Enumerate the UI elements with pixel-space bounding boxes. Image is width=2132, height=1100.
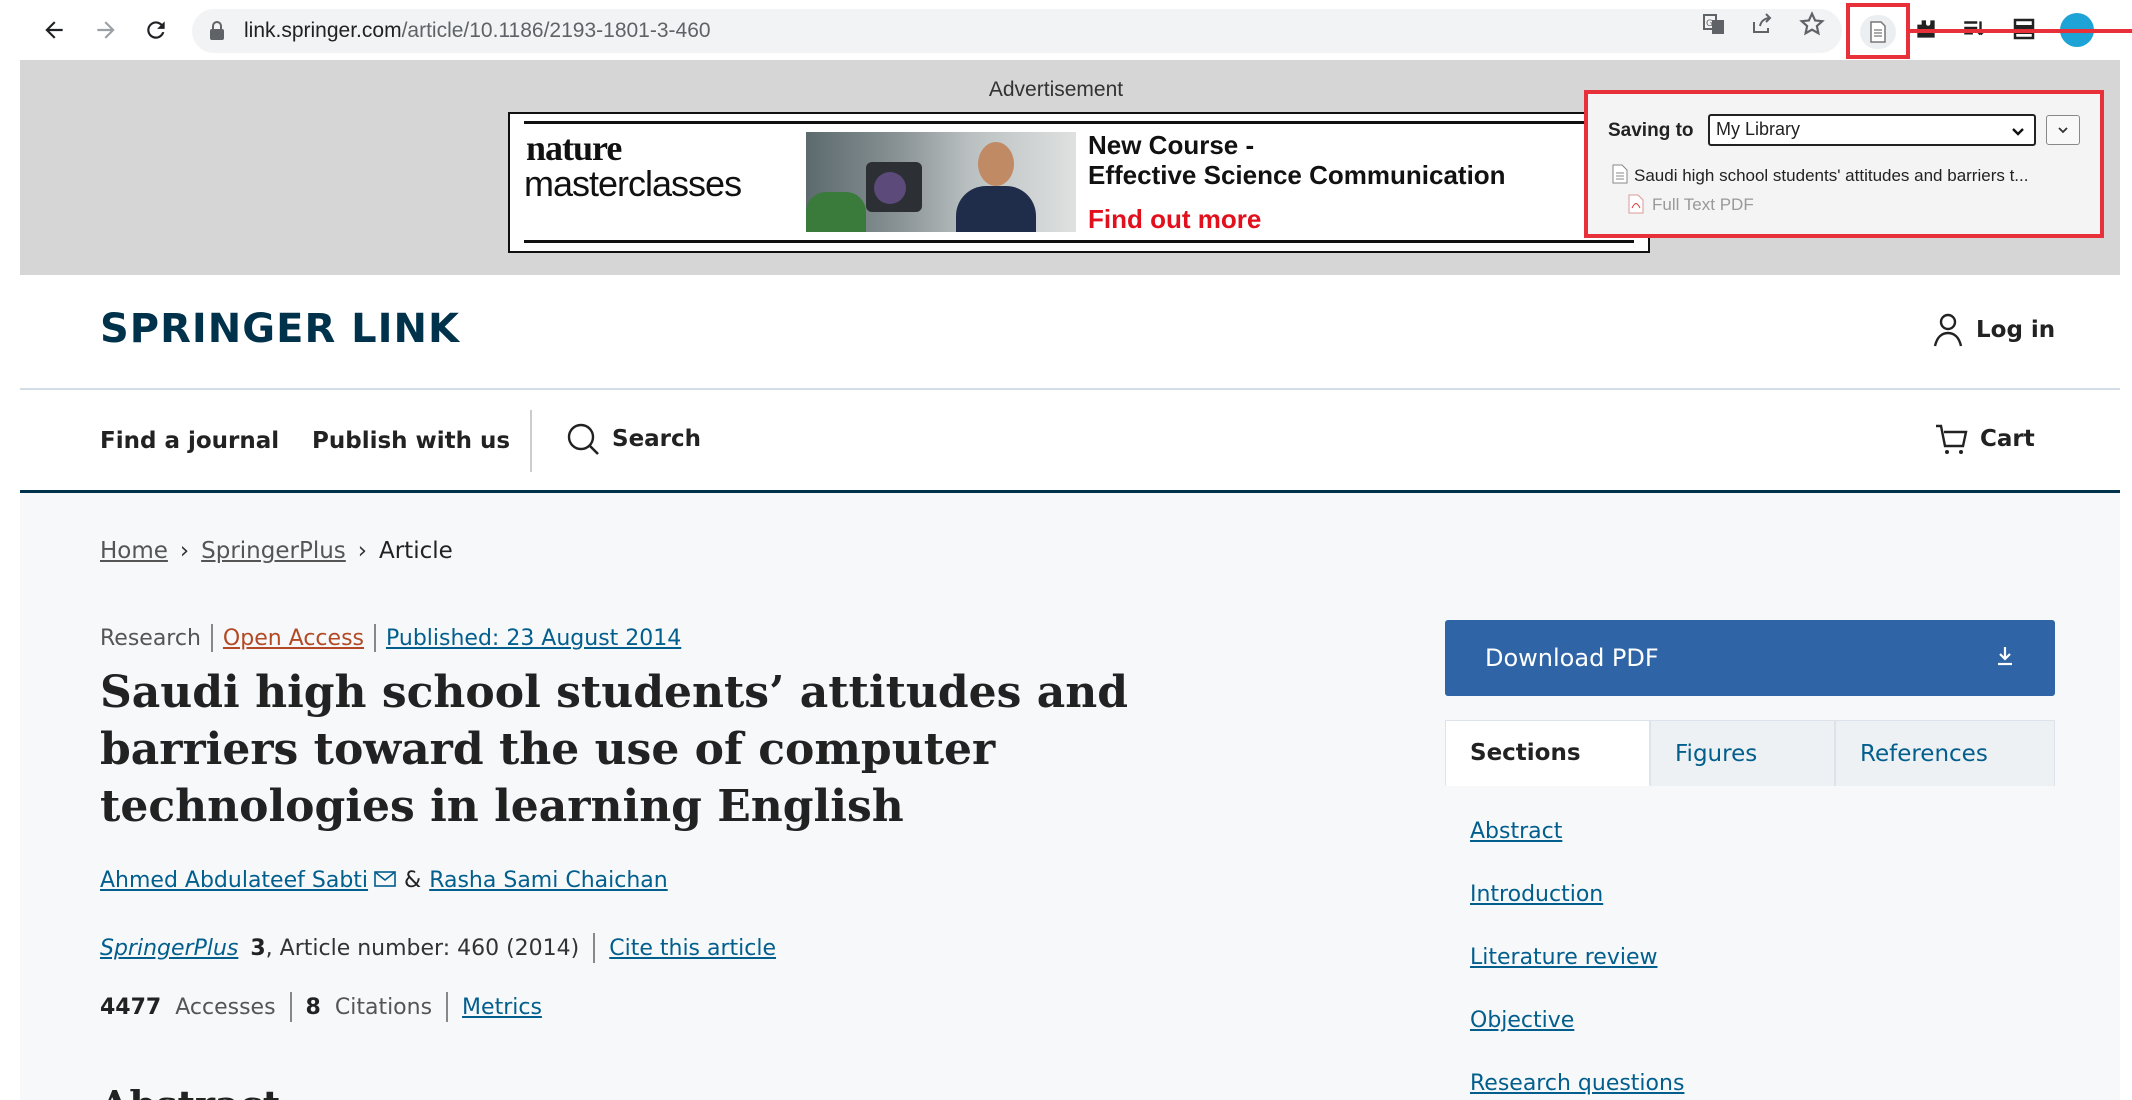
document-icon (1612, 164, 1628, 189)
saved-item: Saudi high school students' attitudes an… (1612, 164, 2028, 189)
volume-number: 3 (250, 935, 266, 961)
citations-label: Citations (334, 994, 433, 1020)
section-link-introduction[interactable]: Introduction (1470, 875, 1684, 938)
bookmark-star-icon[interactable] (1798, 10, 1826, 38)
main-navigation: Find a journal Publish with us Search Ca… (20, 390, 2120, 492)
expand-tree-button[interactable] (2046, 115, 2080, 145)
published-date-link[interactable]: Published: 23 August 2014 (386, 626, 681, 651)
saved-item-title: Saudi high school students' attitudes an… (1634, 166, 2029, 185)
chevron-down-icon (2010, 118, 2026, 145)
forward-arrow-icon[interactable] (88, 12, 124, 48)
journal-link[interactable]: SpringerPlus (100, 936, 238, 961)
user-icon (1933, 313, 1963, 347)
pdf-icon (1628, 194, 1644, 214)
download-pdf-button[interactable]: Download PDF (1445, 620, 2055, 696)
share-icon[interactable] (1748, 10, 1776, 38)
zotero-save-popup: Saving to My Library Saudi high school s… (1584, 90, 2104, 238)
back-arrow-icon[interactable] (36, 12, 72, 48)
ad-photo (806, 132, 1076, 232)
section-links: Abstract Introduction Literature review … (1470, 812, 1684, 1100)
author-list: Ahmed Abdulateef Sabti & Rasha Sami Chai… (100, 868, 668, 893)
library-select[interactable]: My Library (1708, 114, 2036, 146)
author-link[interactable]: Ahmed Abdulateef Sabti (100, 868, 368, 893)
tab-references[interactable]: References (1835, 720, 2055, 786)
svg-text:G: G (1706, 19, 1713, 29)
mail-icon[interactable] (374, 868, 396, 893)
lock-icon (208, 20, 226, 46)
citation-line: SpringerPlus 3 , Article number: 460 (20… (100, 933, 776, 963)
nav-separator (530, 410, 532, 472)
chevron-down-icon (2058, 127, 2068, 134)
metrics-link[interactable]: Metrics (462, 995, 542, 1020)
article-type: Research (100, 625, 201, 651)
ad-headline-1: New Course - (1088, 130, 1255, 160)
annotation-arrow-line (1910, 29, 2132, 33)
search-icon (567, 423, 599, 455)
chevron-right-icon: › (179, 538, 190, 564)
saving-to-label: Saving to (1608, 120, 1694, 141)
ad-rule-top (524, 121, 1634, 124)
tab-sections[interactable]: Sections (1445, 720, 1650, 786)
breadcrumb: Home › SpringerPlus › Article (100, 538, 453, 564)
ad-brand-masterclasses: masterclasses (524, 163, 742, 204)
accesses-label: Accesses (175, 994, 276, 1020)
citations-count: 8 (305, 994, 321, 1020)
author-link[interactable]: Rasha Sami Chaichan (429, 868, 668, 893)
section-link-objective[interactable]: Objective (1470, 1001, 1684, 1064)
nav-cart[interactable]: Cart (1934, 422, 2035, 456)
open-access-link[interactable]: Open Access (223, 626, 364, 651)
ad-brand-nature: nature (526, 128, 622, 168)
address-bar[interactable]: link.springer.com/article/10.1186/2193-1… (192, 9, 1842, 53)
author-separator: & (404, 868, 422, 893)
nav-find-journal[interactable]: Find a journal (100, 428, 279, 454)
accesses-count: 4477 (100, 994, 162, 1020)
login-label: Log in (1976, 317, 2056, 343)
tab-figures[interactable]: Figures (1650, 720, 1835, 786)
nav-search-label: Search (612, 426, 702, 452)
abstract-heading: Abstract (100, 1082, 280, 1100)
chevron-right-icon: › (357, 538, 367, 564)
ad-rule-bottom (524, 240, 1634, 243)
article-number: , Article number: 460 (2014) (265, 935, 580, 961)
login-button[interactable]: Log in (1932, 312, 2055, 348)
sidebar-tabs: Sections Figures References (1445, 720, 2055, 786)
nav-publish[interactable]: Publish with us (312, 428, 510, 454)
breadcrumb-journal[interactable]: SpringerPlus (201, 538, 346, 564)
download-pdf-label: Download PDF (1485, 644, 1659, 672)
browser-toolbar: link.springer.com/article/10.1186/2193-1… (0, 0, 2132, 60)
download-icon (1995, 644, 2015, 674)
article-meta: Research Open Access Published: 23 Augus… (100, 624, 681, 652)
document-icon (1860, 15, 1896, 49)
reload-icon[interactable] (138, 12, 174, 48)
section-link-abstract[interactable]: Abstract (1470, 812, 1684, 875)
translate-icon[interactable]: G (1700, 10, 1728, 38)
ad-cta-link[interactable]: Find out more (1088, 204, 1261, 235)
section-link-literature-review[interactable]: Literature review (1470, 938, 1684, 1001)
cart-icon (1936, 424, 1968, 454)
nav-cart-label: Cart (1980, 426, 2035, 452)
springer-link-logo[interactable]: SPRINGER LINK (100, 306, 460, 352)
nav-search[interactable]: Search (566, 422, 701, 456)
section-link-research-questions[interactable]: Research questions (1470, 1064, 1684, 1100)
breadcrumb-home[interactable]: Home (100, 538, 168, 564)
ad-headline-2: Effective Science Communication (1088, 160, 1506, 190)
breadcrumb-current: Article (378, 538, 453, 564)
attachment-item: Full Text PDF (1628, 194, 1754, 215)
ad-banner[interactable]: nature masterclasses New Course - Effect… (508, 112, 1650, 253)
article-metrics: 4477 Accesses 8 Citations Metrics (100, 992, 542, 1022)
library-select-value: My Library (1716, 119, 1801, 139)
zotero-save-button[interactable] (1846, 3, 1910, 59)
attachment-label: Full Text PDF (1652, 195, 1754, 214)
article-title: Saudi high school students’ attitudes an… (100, 667, 1129, 832)
url-text: link.springer.com/article/10.1186/2193-1… (244, 19, 711, 42)
cite-article-link[interactable]: Cite this article (609, 936, 776, 961)
